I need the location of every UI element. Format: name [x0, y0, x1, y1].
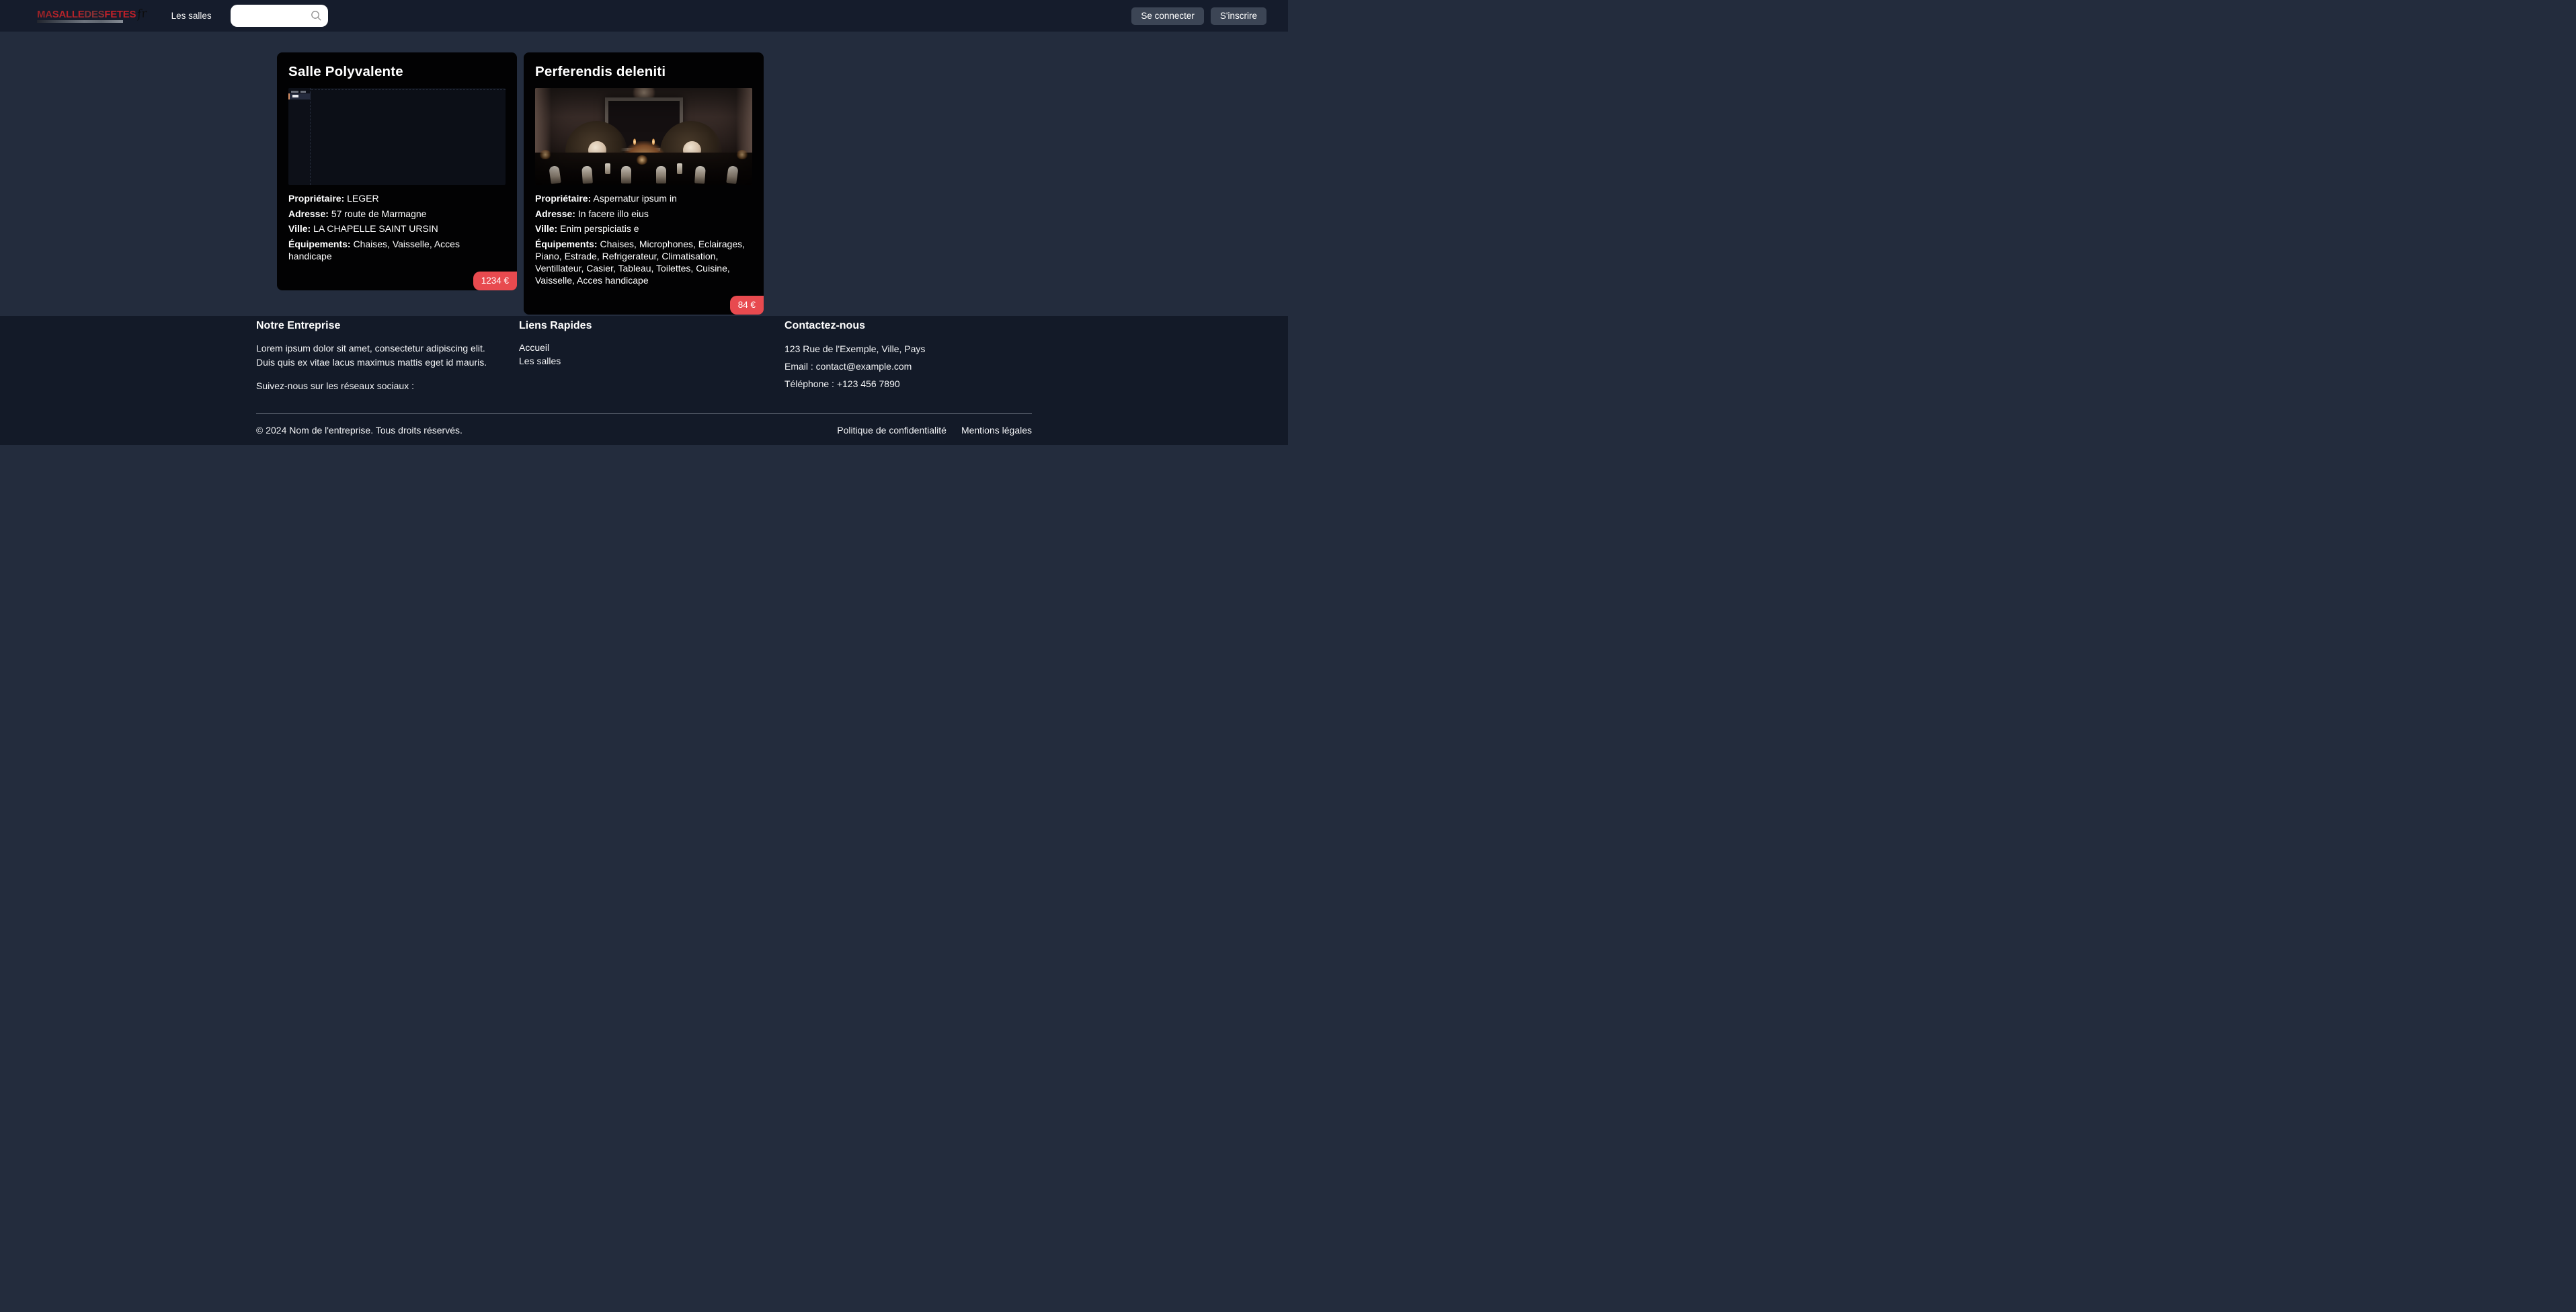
venue-details: Propriétaire: LEGER Adresse: 57 route de…	[288, 192, 506, 262]
price-badge: 84 €	[730, 296, 764, 315]
venue-title: Perferendis deleniti	[535, 64, 752, 80]
footer-link-les-salles[interactable]: Les salles	[519, 355, 784, 368]
venue-city: Ville: LA CHAPELLE SAINT URSIN	[288, 222, 506, 235]
venue-photo	[535, 88, 752, 185]
privacy-policy-link[interactable]: Politique de confidentialité	[837, 425, 947, 436]
footer-company-heading: Notre Entreprise	[256, 320, 501, 332]
login-button[interactable]: Se connecter	[1131, 7, 1204, 25]
footer-contact-phone: Téléphone : +123 456 7890	[784, 376, 1032, 391]
footer-contact-column: Contactez-nous 123 Rue de l'Exemple, Vil…	[784, 320, 1032, 403]
venue-image-placeholder	[288, 88, 506, 185]
venue-details: Propriétaire: Aspernatur ipsum in Adress…	[535, 192, 752, 286]
nav-les-salles[interactable]: Les salles	[171, 11, 212, 21]
venue-city: Ville: Enim perspiciatis e	[535, 222, 752, 235]
footer-links-heading: Liens Rapides	[519, 320, 784, 332]
logo-part-des: DES	[84, 9, 104, 20]
venue-address: Adresse: In facere illo eius	[535, 208, 752, 220]
logo-part-salle: SALLE	[52, 9, 85, 20]
footer-link-accueil[interactable]: Accueil	[519, 341, 784, 354]
copyright-text: © 2024 Nom de l'entreprise. Tous droits …	[256, 425, 462, 436]
venue-card-list: Salle Polyvalente Propriétaire: LEGER Ad…	[256, 32, 1032, 315]
logo-fr-script: fr	[136, 9, 147, 19]
venue-equipment: Équipements: Chaises, Microphones, Eclai…	[535, 238, 752, 286]
price-badge: 1234 €	[473, 272, 517, 290]
logo-part-fetes: FETES	[104, 9, 136, 20]
venue-equipment: Équipements: Chaises, Vaisselle, Acces h…	[288, 238, 506, 262]
footer-company-column: Notre Entreprise Lorem ipsum dolor sit a…	[256, 320, 501, 403]
logo-wordmark: MASALLEDESFETES	[37, 9, 136, 23]
venue-card[interactable]: Salle Polyvalente Propriétaire: LEGER Ad…	[277, 52, 517, 290]
logo-part-ma: MA	[37, 9, 52, 20]
footer-links-column: Liens Rapides Accueil Les salles	[519, 320, 784, 403]
venue-owner: Propriétaire: Aspernatur ipsum in	[535, 192, 752, 204]
venue-owner: Propriétaire: LEGER	[288, 192, 506, 204]
search-box	[231, 5, 328, 27]
legal-notice-link[interactable]: Mentions légales	[961, 425, 1032, 436]
footer-company-text: Lorem ipsum dolor sit amet, consectetur …	[256, 341, 501, 370]
auth-buttons: Se connecter S'inscrire	[1131, 7, 1266, 25]
footer-contact-email: Email : contact@example.com	[784, 359, 1032, 374]
legal-links: Politique de confidentialité Mentions lé…	[837, 425, 1032, 436]
venue-title: Salle Polyvalente	[288, 64, 506, 80]
footer-social-text: Suivez-nous sur les réseaux sociaux :	[256, 379, 501, 393]
logo-underline	[37, 20, 123, 23]
venue-address: Adresse: 57 route de Marmagne	[288, 208, 506, 220]
venue-card[interactable]: Perferendis deleniti	[524, 52, 764, 315]
footer-contact-address: 123 Rue de l'Exemple, Ville, Pays	[784, 341, 1032, 356]
top-nav-bar: MASALLEDESFETES fr Les salles Se connect…	[0, 0, 1288, 32]
footer-contact-heading: Contactez-nous	[784, 320, 1032, 332]
main-content: Salle Polyvalente Propriétaire: LEGER Ad…	[0, 32, 1288, 316]
site-footer: Notre Entreprise Lorem ipsum dolor sit a…	[0, 316, 1288, 445]
signup-button[interactable]: S'inscrire	[1211, 7, 1266, 25]
search-input[interactable]	[231, 5, 328, 27]
site-logo[interactable]: MASALLEDESFETES fr	[37, 9, 147, 23]
